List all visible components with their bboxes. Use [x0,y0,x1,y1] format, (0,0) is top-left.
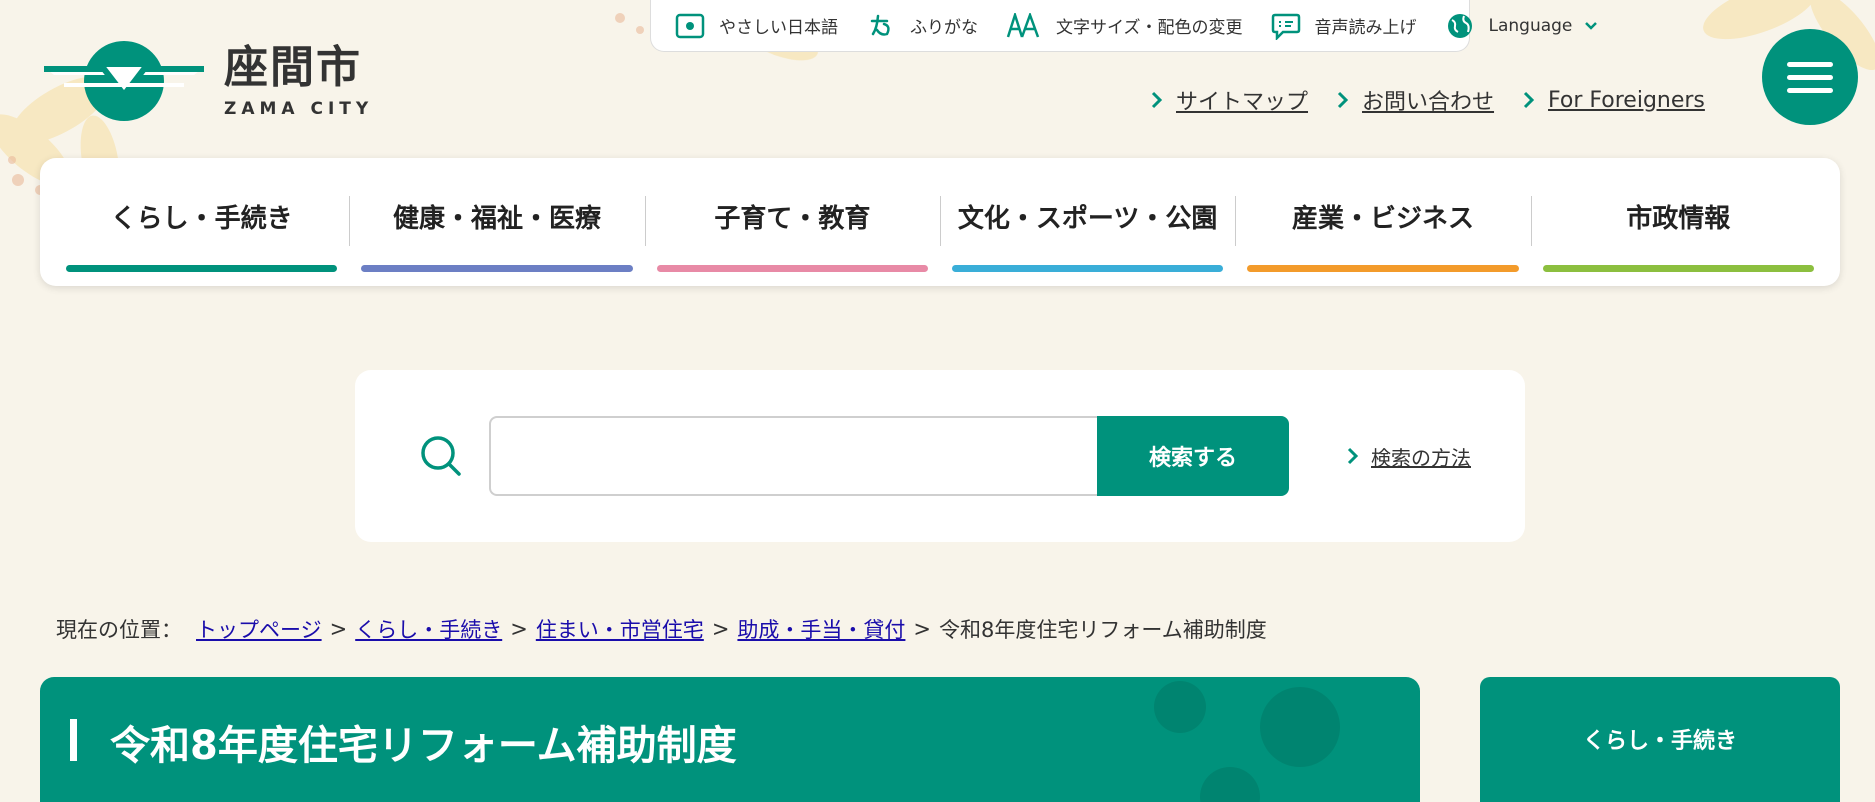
speech-label: 音声読み上げ [1314,18,1417,38]
speech-icon [1271,11,1301,41]
search-button[interactable]: 検索する [1097,416,1289,496]
furigana-label: ふりがな [910,18,978,38]
menu-line [1787,74,1833,80]
gnav-item-culture[interactable]: 文化・スポーツ・公園 [939,158,1235,286]
furigana-icon [866,11,896,41]
chevron-right-icon [1523,91,1535,109]
gnav-label: 文化・スポーツ・公園 [957,203,1218,234]
gnav-item-business[interactable]: 産業・ビジネス [1235,158,1530,286]
gnav-label: 産業・ビジネス [1291,203,1474,234]
search-input[interactable] [489,416,1097,496]
gnav-item-living[interactable]: くらし・手続き [54,158,349,286]
breadcrumb-separator: > [329,617,348,641]
gnav-item-city-info[interactable]: 市政情報 [1530,158,1826,286]
quick-links: サイトマップ お問い合わせ For Foreigners [1150,84,1705,116]
sitemap-link[interactable]: サイトマップ [1150,84,1308,116]
heading-accent-mark [70,719,77,761]
easy-japanese-link[interactable]: やさしい日本語 [675,0,838,51]
text-size-icon [1006,11,1042,41]
sitemap-label: サイトマップ [1176,90,1309,115]
globe-icon [1445,11,1475,41]
logo-japanese-text: 座間市 [224,42,362,93]
language-select[interactable]: Language [1445,0,1599,51]
foreigners-link[interactable]: For Foreigners [1522,84,1705,116]
gnav-item-health[interactable]: 健康・福祉・医療 [349,158,644,286]
chevron-right-icon [1337,91,1349,109]
contact-label: お問い合わせ [1362,90,1495,115]
breadcrumb: 現在の位置： トップページ > くらし・手続き > 住まい・市営住宅 > 助成・… [56,614,1267,644]
breadcrumb-link-housing[interactable]: 住まい・市営住宅 [536,614,704,644]
page-title: 令和8年度住宅リフォーム補助制度 [110,723,737,769]
breadcrumb-current: 令和8年度住宅リフォーム補助制度 [939,618,1267,642]
foreigners-label: For Foreigners [1548,87,1705,113]
search-help-link[interactable]: 検索の方法 [1347,442,1471,471]
speech-link[interactable]: 音声読み上げ [1271,0,1417,51]
gnav-color-bar [1247,265,1519,272]
gnav-label: 市政情報 [1626,203,1731,234]
breadcrumb-prefix: 現在の位置： [56,618,182,642]
gnav-color-bar [656,265,928,272]
chevron-down-icon [1584,16,1598,36]
breadcrumb-link-subsidy[interactable]: 助成・手当・貸付 [737,614,905,644]
gnav-item-childcare[interactable]: 子育て・教育 [644,158,940,286]
gnav-label: 健康・福祉・医療 [392,203,601,234]
easy-japanese-label: やさしい日本語 [719,18,838,38]
gnav-label: くらし・手続き [110,203,293,234]
breadcrumb-separator: > [913,617,932,641]
text-size-label: 文字サイズ・配色の変更 [1056,18,1243,38]
gnav-label: 子育て・教育 [714,203,871,234]
gnav-color-bar [1542,265,1814,272]
menu-line [1787,61,1833,67]
logo-english-text: ZAMA CITY [224,99,374,119]
breadcrumb-separator: > [711,617,730,641]
furigana-link[interactable]: ふりがな [866,0,978,51]
gnav-color-bar [951,265,1224,272]
breadcrumb-separator: > [510,617,528,641]
chevron-right-icon [1151,91,1163,109]
utility-bar: やさしい日本語 ふりがな 文字サイズ・配色の変更 音声読み上げ Language [650,0,1598,52]
search-icon [421,436,461,476]
sidebar-category-card[interactable]: くらし・手続き [1480,677,1840,802]
sidebar-title: くらし・手続き [1582,729,1737,754]
chevron-right-icon [1347,447,1359,465]
language-label: Language [1488,15,1573,36]
global-navigation: くらし・手続き 健康・福祉・医療 子育て・教育 文化・スポーツ・公園 産業・ビジ… [40,158,1840,286]
page-heading-banner: 令和8年度住宅リフォーム補助制度 [40,677,1420,802]
search-panel: 検索する 検索の方法 [355,370,1525,542]
site-logo[interactable]: 座間市 ZAMA CITY [44,36,384,126]
breadcrumb-link-top[interactable]: トップページ [196,614,322,644]
breadcrumb-link-living[interactable]: くらし・手続き [355,614,502,644]
search-help-label: 検索の方法 [1371,445,1471,470]
menu-line [1787,87,1833,93]
flower-decoration [1154,681,1340,802]
gnav-color-bar [361,265,633,272]
hamburger-menu-button[interactable] [1762,29,1858,125]
contact-link[interactable]: お問い合わせ [1336,84,1494,116]
easy-japanese-icon [675,11,705,41]
text-size-link[interactable]: 文字サイズ・配色の変更 [1006,0,1243,51]
zama-city-emblem-icon [44,41,204,121]
gnav-color-bar [66,265,338,272]
